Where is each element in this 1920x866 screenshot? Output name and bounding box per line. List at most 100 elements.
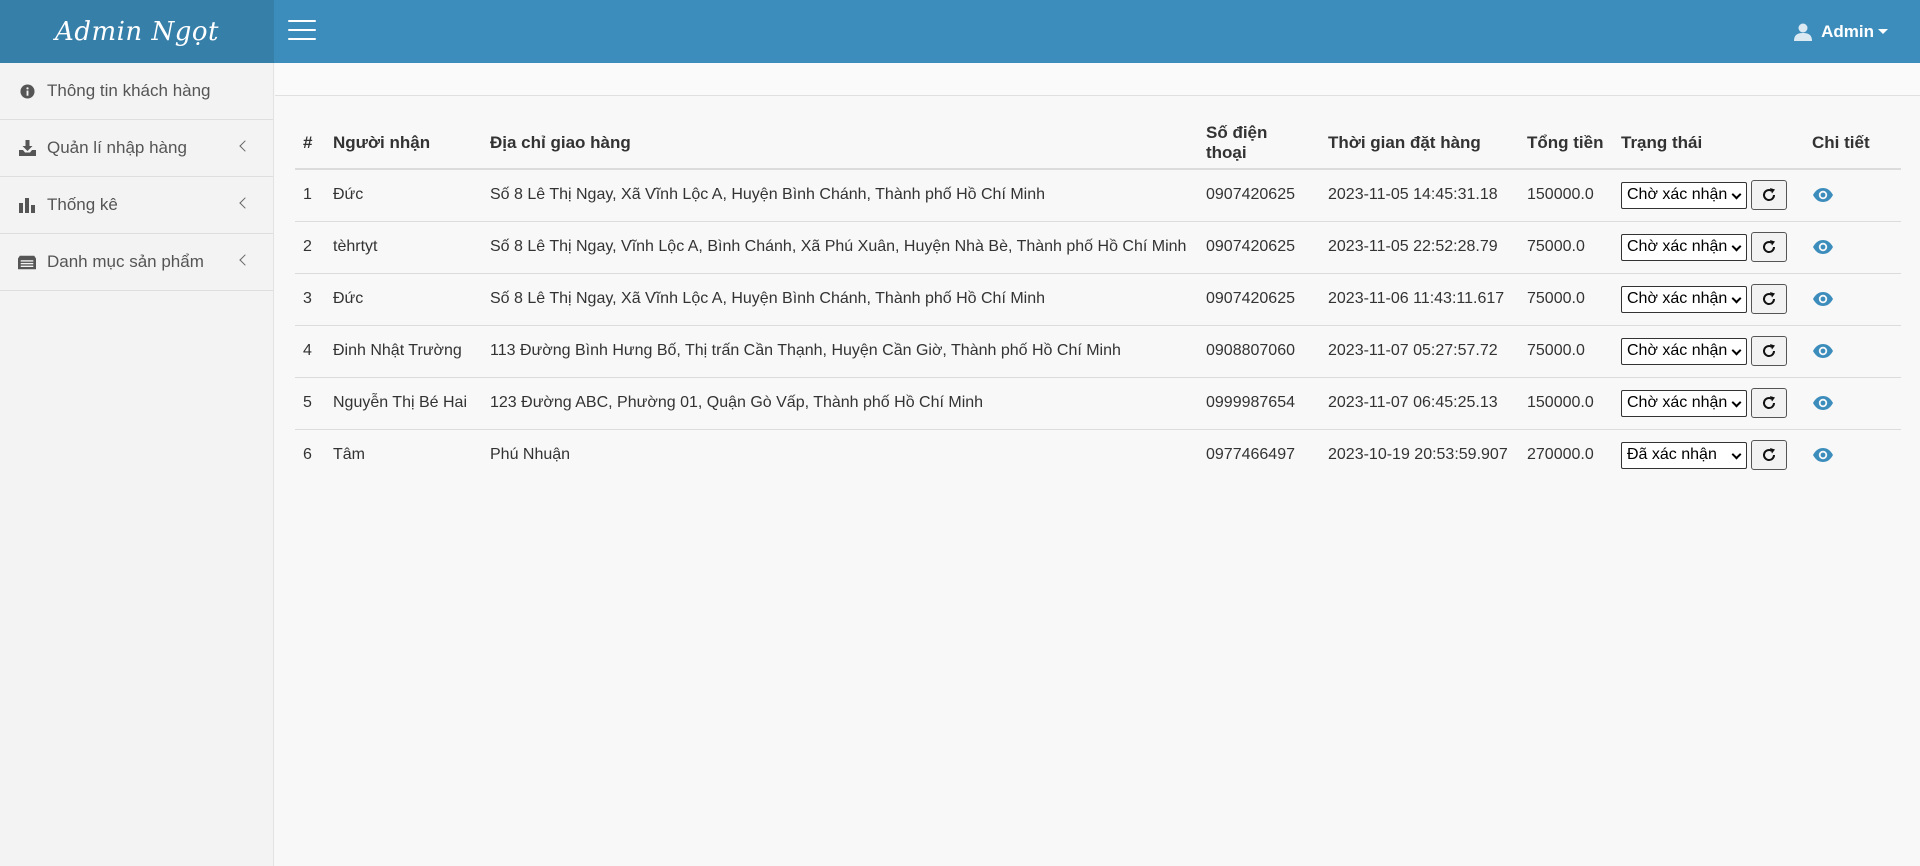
hamburger-menu-icon[interactable]	[288, 20, 316, 42]
cell-address: 123 Đường ABC, Phường 01, Quận Gò Vấp, T…	[482, 377, 1198, 430]
refresh-status-button[interactable]	[1751, 336, 1787, 366]
status-controls: Chờ xác nhận	[1621, 336, 1796, 366]
chevron-left-icon	[239, 197, 251, 209]
eye-icon[interactable]	[1812, 187, 1834, 203]
column-header-detail: Chi tiết	[1804, 117, 1901, 170]
cell-status: Chờ xác nhận	[1613, 221, 1804, 274]
status-controls: Chờ xác nhận	[1621, 284, 1796, 314]
eye-icon[interactable]	[1812, 291, 1834, 307]
sidebar-item-statistics[interactable]: Thống kê	[0, 177, 273, 234]
table-row: 4 Đinh Nhật Trường 113 Đường Bình Hưng B…	[295, 325, 1901, 378]
user-name: Admin	[1821, 21, 1874, 41]
cell-index: 2	[295, 221, 325, 274]
table-row: 1 Đức Số 8 Lê Thị Ngay, Xã Vĩnh Lộc A, H…	[295, 169, 1901, 222]
cell-time: 2023-11-05 14:45:31.18	[1320, 169, 1519, 222]
cell-receiver: Nguyễn Thị Bé Hai	[325, 377, 482, 430]
sidebar-item-product-category[interactable]: Danh mục sản phẩm	[0, 234, 273, 291]
cell-receiver: Đức	[325, 169, 482, 222]
cell-phone: 0999987654	[1198, 377, 1320, 430]
eye-icon[interactable]	[1812, 447, 1834, 463]
cell-time: 2023-11-05 22:52:28.79	[1320, 221, 1519, 274]
cell-status: Chờ xác nhận	[1613, 273, 1804, 326]
refresh-status-button[interactable]	[1751, 180, 1787, 211]
sidebar: Thông tin khách hàng Quản lí nhập hàng T…	[0, 63, 274, 866]
sidebar-item-label: Thống kê	[47, 195, 118, 214]
table-row: 5 Nguyễn Thị Bé Hai 123 Đường ABC, Phườn…	[295, 377, 1901, 430]
column-header-phone: Số điện thoại	[1198, 117, 1320, 170]
status-select[interactable]: Đã xác nhận	[1621, 441, 1747, 469]
download-icon	[18, 139, 36, 157]
status-select[interactable]: Chờ xác nhận	[1621, 337, 1747, 365]
brand-logo[interactable]: Admin Ngọt	[0, 0, 274, 63]
refresh-icon	[1763, 292, 1776, 305]
cell-total: 75000.0	[1519, 325, 1613, 378]
refresh-status-button[interactable]	[1751, 388, 1787, 418]
cell-total: 75000.0	[1519, 221, 1613, 274]
status-select[interactable]: Chờ xác nhận	[1621, 233, 1747, 261]
cell-total: 75000.0	[1519, 273, 1613, 326]
status-select[interactable]: Chờ xác nhận	[1621, 389, 1747, 417]
refresh-icon	[1763, 448, 1776, 462]
status-select-value: Đã xác nhận	[1627, 446, 1717, 464]
cell-status: Đã xác nhận	[1613, 429, 1804, 481]
cell-index: 5	[295, 377, 325, 430]
status-controls: Chờ xác nhận	[1621, 388, 1796, 418]
sidebar-item-import-management[interactable]: Quản lí nhập hàng	[0, 120, 273, 177]
cell-index: 1	[295, 169, 325, 222]
chevron-left-icon	[239, 140, 251, 152]
cell-detail	[1804, 273, 1901, 326]
user-icon	[1794, 23, 1813, 41]
cell-status: Chờ xác nhận	[1613, 377, 1804, 430]
chevron-down-icon	[1731, 345, 1742, 355]
table-row: 2 tèhrtyt Số 8 Lê Thị Ngay, Vĩnh Lộc A, …	[295, 221, 1901, 274]
cell-detail	[1804, 169, 1901, 222]
cell-total: 270000.0	[1527, 446, 1594, 464]
column-header-index: #	[295, 117, 325, 170]
eye-icon[interactable]	[1812, 343, 1834, 359]
cell-status: Chờ xác nhận	[1613, 325, 1804, 378]
status-select-value: Chờ xác nhận	[1627, 186, 1728, 204]
refresh-status-button[interactable]	[1751, 284, 1787, 314]
column-header-receiver: Người nhận	[325, 117, 482, 170]
column-header-time: Thời gian đặt hàng	[1320, 117, 1519, 170]
chevron-down-icon	[1731, 397, 1742, 407]
column-header-total: Tổng tiền	[1519, 117, 1613, 170]
refresh-status-button[interactable]	[1751, 232, 1787, 262]
cell-time: 2023-11-06 11:43:11.617	[1320, 273, 1519, 326]
status-select[interactable]: Chờ xác nhận	[1621, 285, 1747, 313]
status-select-value: Chờ xác nhận	[1627, 342, 1728, 359]
cell-total: 150000.0	[1519, 377, 1613, 430]
cell-detail	[1804, 377, 1901, 430]
chevron-left-icon	[239, 254, 251, 266]
user-menu[interactable]: Admin	[1793, 0, 1888, 63]
sidebar-item-label: Thông tin khách hàng	[47, 81, 211, 100]
table-row: 3 Đức Số 8 Lê Thị Ngay, Xã Vĩnh Lộc A, H…	[295, 273, 1901, 326]
table-header-row: # Người nhận Địa chỉ giao hàng Số điện t…	[295, 117, 1901, 170]
cell-time: 2023-10-19 20:53:59.907	[1328, 446, 1508, 464]
eye-icon[interactable]	[1812, 395, 1834, 411]
sidebar-item-customer-info[interactable]: Thông tin khách hàng	[0, 63, 273, 120]
status-select[interactable]: Chờ xác nhận	[1621, 181, 1747, 209]
orders-table: # Người nhận Địa chỉ giao hàng Số điện t…	[295, 117, 1901, 481]
cell-detail	[1804, 325, 1901, 378]
cell-address: Số 8 Lê Thị Ngay, Xã Vĩnh Lộc A, Huyện B…	[482, 169, 1198, 222]
cell-index: 4	[295, 325, 325, 378]
column-header-address: Địa chỉ giao hàng	[482, 117, 1198, 170]
top-navbar: Admin Ngọt Admin	[0, 0, 1920, 63]
status-controls: Chờ xác nhận	[1621, 232, 1796, 262]
cell-index: 6	[303, 446, 312, 464]
bar-chart-icon	[18, 196, 36, 214]
eye-icon[interactable]	[1812, 239, 1834, 255]
chevron-down-icon	[1731, 293, 1742, 303]
cell-address: Phú Nhuận	[490, 446, 571, 464]
cell-phone: 0907420625	[1198, 221, 1320, 274]
refresh-status-button[interactable]	[1751, 440, 1787, 471]
cell-time: 2023-11-07 06:45:25.13	[1320, 377, 1519, 430]
cell-phone: 0907420625	[1198, 273, 1320, 326]
cell-phone: 0907420625	[1198, 169, 1320, 222]
sidebar-item-label: Danh mục sản phẩm	[47, 252, 204, 271]
cell-detail	[1804, 221, 1901, 274]
cell-detail	[1804, 429, 1901, 481]
refresh-icon	[1763, 344, 1776, 357]
chevron-down-icon	[1731, 449, 1742, 460]
